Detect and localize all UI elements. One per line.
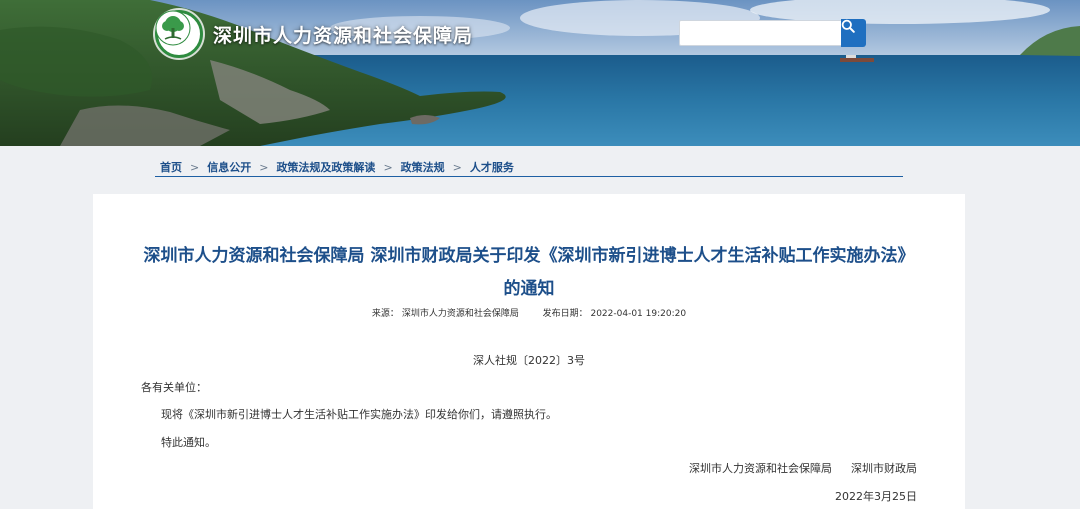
source-label: 来源： <box>371 309 399 319</box>
header-banner: 深圳市人力资源和社会保障局 <box>0 0 1080 146</box>
breadcrumb-separator: > <box>383 160 393 174</box>
tree-icon <box>155 10 191 46</box>
signer-hrss: 深圳市人力资源和社会保障局 <box>689 462 832 475</box>
closing-notice: 特此通知。 <box>161 436 216 449</box>
article-card: 深圳市人力资源和社会保障局 深圳市财政局关于印发《深圳市新引进博士人才生活补贴工… <box>93 194 965 509</box>
breadcrumb-policy-interpretation[interactable]: 政策法规及政策解读 <box>276 159 375 175</box>
signatories: 深圳市人力资源和社会保障局 深圳市财政局 <box>689 460 917 476</box>
breadcrumb-separator: > <box>190 160 200 174</box>
publish-date-value: 2022-04-01 19:20:20 <box>590 309 687 319</box>
breadcrumb-separator: > <box>452 160 462 174</box>
source-value: 深圳市人力资源和社会保障局 <box>401 309 519 319</box>
breadcrumb-info-disclosure[interactable]: 信息公开 <box>207 159 251 175</box>
breadcrumb-separator: > <box>259 160 269 174</box>
breadcrumb-talent-services[interactable]: 人才服务 <box>470 159 514 175</box>
article-meta: 来源： 深圳市人力资源和社会保障局 发布日期： 2022-04-01 19:20… <box>93 306 965 319</box>
breadcrumb: 首页 > 信息公开 > 政策法规及政策解读 > 政策法规 > 人才服务 <box>155 158 903 177</box>
search-icon <box>841 19 855 33</box>
site-title[interactable]: 深圳市人力资源和社会保障局 <box>213 21 473 48</box>
article-title-line1: 深圳市人力资源和社会保障局 深圳市财政局关于印发《深圳市新引进博士人才生活补贴工… <box>143 246 915 266</box>
breadcrumb-home[interactable]: 首页 <box>160 159 182 175</box>
tree-emblem-logo[interactable] <box>155 10 203 58</box>
search-input[interactable] <box>679 20 842 46</box>
site-brand[interactable]: 深圳市人力资源和社会保障局 <box>155 10 473 58</box>
breadcrumb-policy-regulations[interactable]: 政策法规 <box>401 159 445 175</box>
salutation: 各有关单位： <box>141 381 207 394</box>
signature-date: 2022年3月25日 <box>835 490 917 503</box>
document-number: 深人社规〔2022〕3号 <box>473 354 585 367</box>
signer-finance: 深圳市财政局 <box>851 462 917 475</box>
search-button[interactable] <box>841 19 866 47</box>
article-title: 深圳市人力资源和社会保障局 深圳市财政局关于印发《深圳市新引进博士人才生活补贴工… <box>133 240 925 306</box>
publish-date-label: 发布日期： <box>542 309 588 319</box>
body-paragraph: 现将《深圳市新引进博士人才生活补贴工作实施办法》印发给你们，请遵照执行。 <box>161 408 557 421</box>
article-title-line2: 的通知 <box>503 279 555 299</box>
